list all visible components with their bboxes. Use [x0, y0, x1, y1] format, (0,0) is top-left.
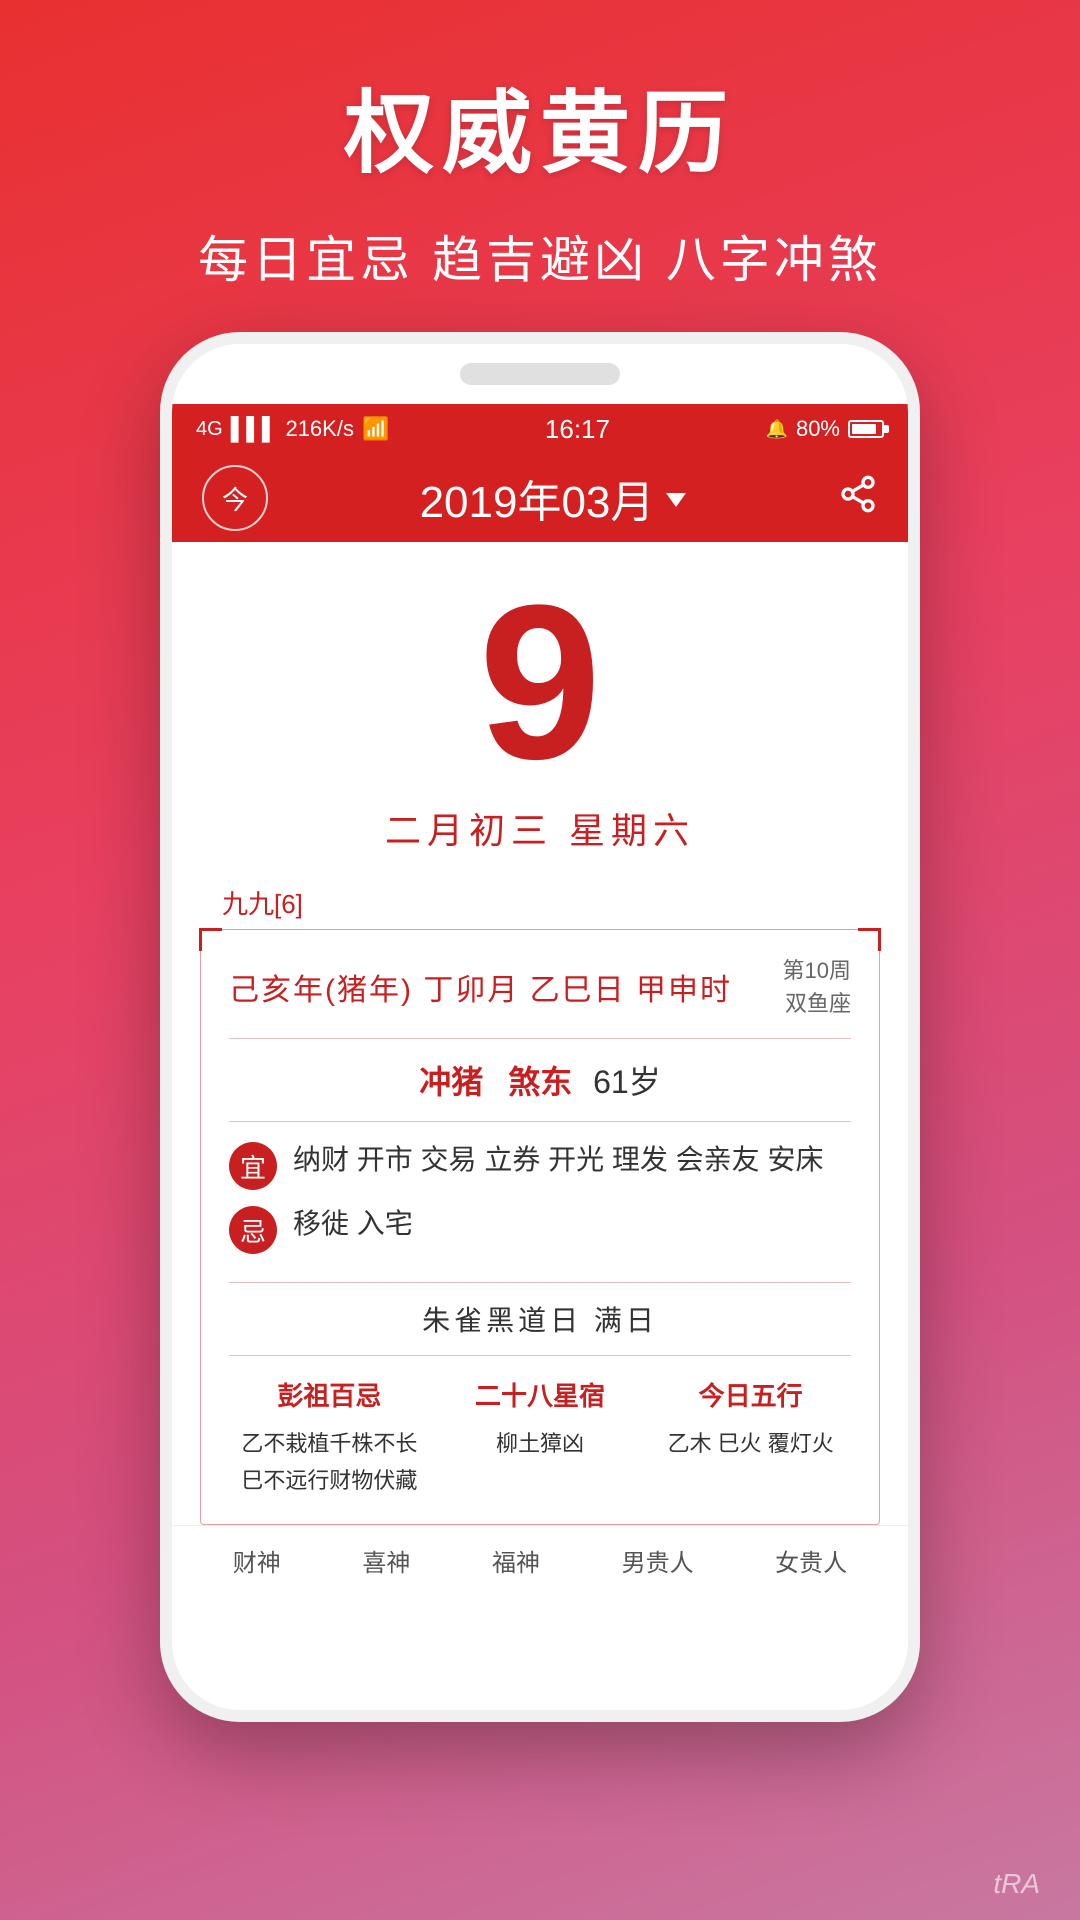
- peng-zu-title: 彭祖百忌: [229, 1376, 430, 1413]
- lunar-date: 二月初三 星期六: [385, 802, 695, 854]
- ji-text: 移徙 入宅: [293, 1202, 413, 1247]
- status-right: 🔔 80%: [766, 416, 884, 442]
- battery-fill: [852, 424, 876, 434]
- app-header: 今 2019年03月: [172, 454, 908, 542]
- hero-title: 权威黄历: [0, 60, 1080, 190]
- nav-item-nan-guiren[interactable]: 男贵人: [622, 1543, 694, 1578]
- nav-item-xisheng[interactable]: 喜神: [362, 1543, 410, 1578]
- share-button[interactable]: [838, 474, 878, 523]
- signal-bars: ▌▌▌: [231, 416, 278, 442]
- peng-zu-text2: 巳不远行财物伏藏: [229, 1462, 430, 1499]
- hero-subtitle: 每日宜忌 趋吉避凶 八字冲煞: [0, 220, 1080, 292]
- sha-text: 煞东: [508, 1064, 572, 1100]
- bottom-nav: 财神 喜神 福神 男贵人 女贵人: [172, 1525, 908, 1595]
- chong-text: 冲猪: [419, 1064, 483, 1100]
- ji-badge: 忌: [229, 1206, 277, 1254]
- status-bar: 4G ▌▌▌ 216K/s 📶 16:17 🔔 80%: [172, 404, 908, 454]
- nav-item-caisheng[interactable]: 财神: [233, 1543, 281, 1578]
- xiu-text: 柳土獐凶: [440, 1425, 641, 1462]
- status-left: 4G ▌▌▌ 216K/s 📶: [196, 416, 389, 442]
- yi-row: 宜 纳财 开市 交易 立券 开光 理发 会亲友 安床: [229, 1138, 851, 1190]
- watermark: tRA: [993, 1868, 1040, 1900]
- peng-zu-text1: 乙不栽植千株不长: [229, 1425, 430, 1462]
- nav-item-nv-guiren[interactable]: 女贵人: [775, 1543, 847, 1578]
- ji-row: 忌 移徙 入宅: [229, 1202, 851, 1254]
- status-time: 16:17: [545, 414, 610, 445]
- ganzhi-text: 己亥年(猪年) 丁卯月 乙巳日 甲申时: [229, 965, 732, 1009]
- chong-row: 冲猪 煞东 61岁: [229, 1039, 851, 1122]
- zodiac-label: 双鱼座: [783, 987, 851, 1020]
- card-bottom: 彭祖百忌 乙不栽植千株不长 巳不远行财物伏藏 二十八星宿 柳土獐凶 今日五行 乙…: [229, 1356, 851, 1500]
- alarm-icon: 🔔: [766, 419, 788, 440]
- yi-ji-section: 宜 纳财 开市 交易 立券 开光 理发 会亲友 安床 忌 移徙 入宅: [229, 1122, 851, 1283]
- wuxing-title: 今日五行: [650, 1376, 851, 1413]
- hero-area: 权威黄历 每日宜忌 趋吉避凶 八字冲煞: [0, 0, 1080, 332]
- month-title[interactable]: 2019年03月: [420, 466, 687, 530]
- peng-zu-col: 彭祖百忌 乙不栽植千株不长 巳不远行财物伏藏: [229, 1376, 430, 1500]
- phone-top: [172, 344, 908, 404]
- ganzhi-side: 第10周 双鱼座: [783, 954, 851, 1020]
- speed-text: 216K/s: [285, 416, 354, 442]
- wuxing-col: 今日五行 乙木 巳火 覆灯火: [650, 1376, 851, 1500]
- day-number: 9: [479, 572, 601, 792]
- dropdown-arrow-icon: [666, 493, 686, 507]
- xiu-title: 二十八星宿: [440, 1376, 641, 1413]
- wifi-icon: 📶: [362, 416, 389, 442]
- today-label: 今: [222, 480, 248, 517]
- yi-badge: 宜: [229, 1142, 277, 1190]
- ganzhi-row: 己亥年(猪年) 丁卯月 乙巳日 甲申时 第10周 双鱼座: [229, 954, 851, 1039]
- today-button[interactable]: 今: [202, 465, 268, 531]
- yi-text: 纳财 开市 交易 立券 开光 理发 会亲友 安床: [293, 1138, 823, 1183]
- zhuri-row: 朱雀黑道日 满日: [229, 1283, 851, 1356]
- phone-mockup: 4G ▌▌▌ 216K/s 📶 16:17 🔔 80% 今 2019年03月: [160, 332, 920, 1722]
- month-text: 2019年03月: [420, 466, 655, 530]
- nav-item-fusheng[interactable]: 福神: [492, 1543, 540, 1578]
- age-text: 61岁: [593, 1064, 661, 1100]
- battery-pct: 80%: [796, 416, 840, 442]
- week-label: 第10周: [783, 954, 851, 987]
- xiu-col: 二十八星宿 柳土獐凶: [440, 1376, 641, 1500]
- signal-icon: 4G: [196, 418, 223, 441]
- app-content: 9 二月初三 星期六 九九[6] 己亥年(猪年) 丁卯月 乙巳日 甲申时 第10…: [172, 542, 908, 1595]
- battery-icon: [848, 420, 884, 438]
- nine-nine-label: 九九[6]: [222, 884, 303, 921]
- wuxing-text: 乙木 巳火 覆灯火: [650, 1425, 851, 1462]
- phone-speaker: [460, 363, 620, 385]
- info-card: 己亥年(猪年) 丁卯月 乙巳日 甲申时 第10周 双鱼座 冲猪 煞东 61岁 宜…: [200, 929, 880, 1525]
